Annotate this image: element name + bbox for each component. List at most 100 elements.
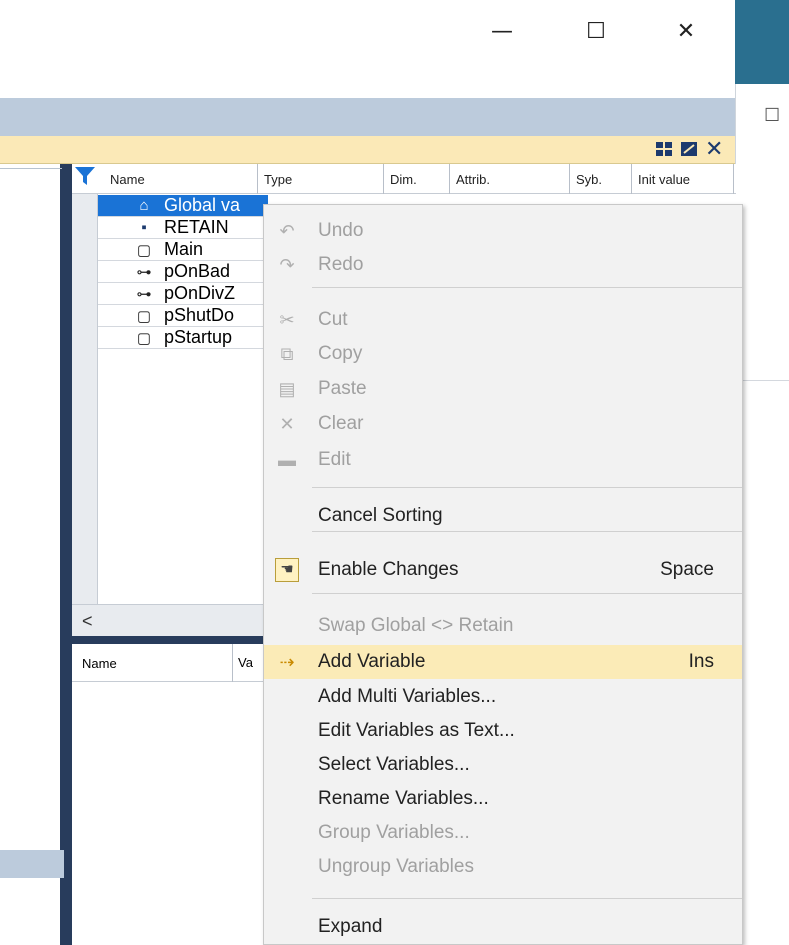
side-divider [736, 380, 789, 381]
tile-icon[interactable] [655, 138, 673, 160]
row-label: pShutDo [164, 305, 235, 325]
menu-item-label: Redo [318, 254, 364, 275]
row-label: pOnBad [164, 261, 231, 281]
grid-row[interactable]: ⊶ pOnBad [98, 261, 268, 283]
menu-item-label: Swap Global <> Retain [318, 615, 514, 636]
menu-item-label: Copy [318, 343, 363, 364]
row-label: pOnDivZ [164, 283, 236, 303]
undo-icon: ↶ [279, 220, 295, 241]
clear-icon: ✕ [279, 413, 295, 434]
menu-separator [312, 898, 742, 899]
lower-grid-header: Name Va [72, 644, 264, 682]
menu-item-paste[interactable]: ▤ Paste [264, 372, 742, 406]
menu-item-label: Cancel Sorting [318, 505, 443, 526]
tree-icon: ⊶ [136, 285, 152, 303]
grid-row[interactable]: ▢ Main [98, 239, 268, 261]
menu-separator [312, 287, 742, 288]
panel-caption [0, 136, 735, 164]
row-label: Main [164, 239, 204, 259]
menu-item-label: Paste [318, 378, 367, 399]
edit-icon: ▬ [278, 449, 296, 470]
menu-item-redo[interactable]: ↷ Redo [264, 248, 742, 282]
disk-icon: ▪ [141, 219, 147, 236]
side-window-body [735, 84, 789, 945]
menu-item-edit[interactable]: ▬ Edit [264, 443, 742, 477]
page-icon: ▢ [136, 307, 152, 325]
menu-item-enable-changes[interactable]: ☚ Enable Changes Space [264, 553, 742, 587]
menu-item-label: Rename Variables... [318, 788, 489, 809]
grid-row[interactable]: ⌂ Global va [98, 195, 268, 217]
menu-item-label: Add Variable [318, 651, 426, 672]
page-icon: ▢ [136, 329, 152, 347]
menu-item-rename-variables[interactable]: Rename Variables... [264, 782, 742, 816]
horizontal-scrollbar[interactable]: < [72, 604, 264, 636]
side-window-titlebar [735, 0, 789, 84]
add-variable-icon: ⇢ [279, 651, 295, 672]
close-button[interactable]: ✕ [656, 14, 716, 48]
menu-item-cancel-sorting[interactable]: Cancel Sorting [264, 499, 742, 533]
menu-item-label: Add Multi Variables... [318, 686, 497, 707]
left-tree-divider [0, 168, 62, 169]
grid-row[interactable]: ⊶ pOnDivZ [98, 283, 268, 305]
menu-item-label: Expand [318, 916, 383, 937]
grid-row[interactable]: ▢ pShutDo [98, 305, 268, 327]
maximize-button[interactable]: ☐ [566, 14, 626, 48]
menu-item-add-variable[interactable]: ⇢ Add Variable Ins [264, 645, 742, 679]
scroll-left-icon[interactable]: < [82, 611, 93, 632]
hand-icon: ☚ [264, 558, 310, 582]
column-init-value[interactable]: Init value [632, 164, 734, 194]
copy-icon: ⧉ [280, 343, 294, 364]
menu-item-add-multi-variables[interactable]: Add Multi Variables... [264, 680, 742, 714]
toolbar-strip [0, 98, 735, 136]
lower-column-name[interactable]: Name [82, 656, 117, 671]
row-label: Global va [164, 195, 241, 215]
grid-row[interactable]: ▪ RETAIN [98, 217, 268, 239]
menu-separator [312, 487, 742, 488]
grid-row[interactable]: ▢ pStartup [98, 327, 268, 349]
context-menu: ↶ Undo ↷ Redo ✂ Cut ⧉ Copy ▤ Paste ✕ Clear ▬ Edit Canc… [263, 204, 743, 945]
menu-item-label: Clear [318, 413, 364, 434]
left-bottom-tab [0, 850, 64, 878]
menu-separator [312, 531, 742, 532]
menu-item-cut[interactable]: ✂ Cut [264, 303, 742, 337]
undock-icon[interactable] [680, 138, 698, 160]
row-header-column [72, 194, 98, 604]
menu-item-group-variables[interactable]: Group Variables... [264, 816, 742, 850]
menu-item-label: Undo [318, 220, 364, 241]
column-dim[interactable]: Dim. [384, 164, 450, 194]
row-label: pStartup [164, 327, 233, 347]
column-name[interactable]: Name [104, 164, 258, 194]
menu-item-label: Enable Changes [318, 559, 459, 580]
column-type[interactable]: Type [258, 164, 384, 194]
side-checkbox[interactable]: ☐ [764, 105, 780, 126]
column-syb[interactable]: Syb. [570, 164, 632, 194]
minimize-button[interactable]: — [472, 14, 532, 48]
menu-item-edit-variables-as-text[interactable]: Edit Variables as Text... [264, 714, 742, 748]
menu-item-clear[interactable]: ✕ Clear [264, 407, 742, 441]
filter-icon[interactable] [74, 166, 96, 191]
menu-separator [312, 593, 742, 594]
redo-icon: ↷ [279, 254, 295, 275]
menu-item-copy[interactable]: ⧉ Copy [264, 337, 742, 371]
menu-item-swap-global-retain[interactable]: Swap Global <> Retain [264, 609, 742, 643]
menu-item-select-variables[interactable]: Select Variables... [264, 748, 742, 782]
tree-icon: ⊶ [136, 263, 152, 281]
column-attrib[interactable]: Attrib. [450, 164, 570, 194]
menu-item-label: Select Variables... [318, 754, 470, 775]
menu-item-label: Group Variables... [318, 822, 470, 843]
menu-item-undo[interactable]: ↶ Undo [264, 214, 742, 248]
splitter-horizontal[interactable] [64, 636, 264, 644]
menu-item-ungroup-variables[interactable]: Ungroup Variables [264, 850, 742, 884]
menu-shortcut: Ins [688, 651, 714, 672]
menu-item-expand[interactable]: Expand [264, 910, 742, 944]
menu-item-label: Edit [318, 449, 351, 470]
splitter[interactable] [64, 164, 72, 945]
lower-grid [72, 644, 264, 945]
left-tree-pane [0, 164, 64, 945]
close-icon[interactable]: ✕ [705, 136, 723, 161]
paste-icon: ▤ [278, 378, 296, 399]
row-label: RETAIN [164, 217, 229, 237]
lower-column-value[interactable]: Va [232, 644, 253, 682]
menu-shortcut: Space [660, 559, 714, 580]
cut-icon: ✂ [279, 309, 295, 330]
